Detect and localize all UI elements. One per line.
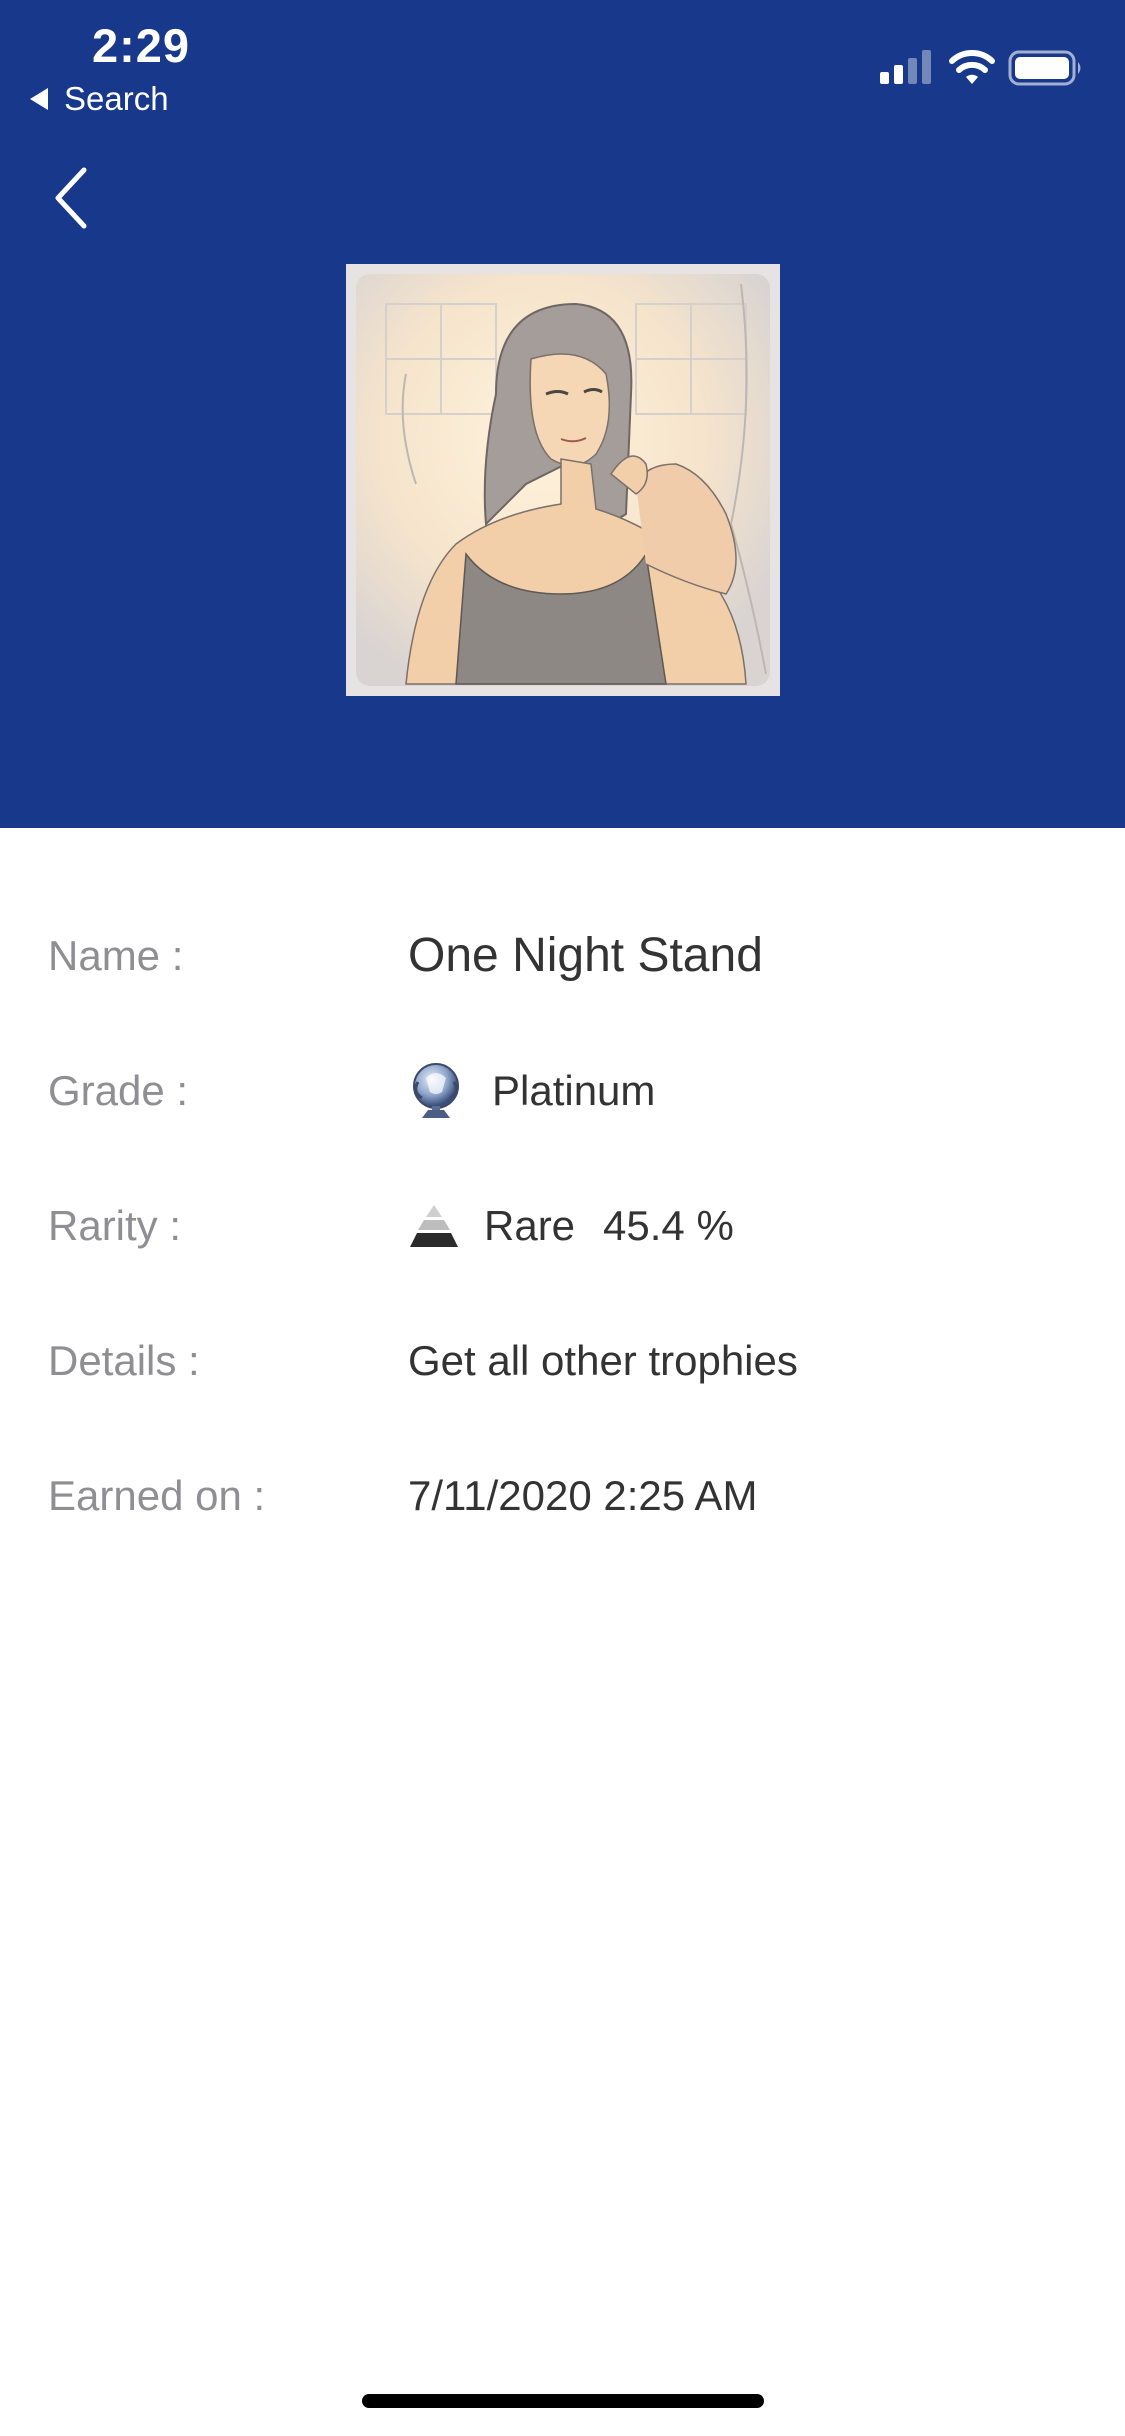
back-triangle-icon <box>30 88 48 110</box>
back-to-app-label: Search <box>64 80 169 117</box>
trophy-artwork-icon <box>346 264 780 696</box>
grade-text: Platinum <box>492 1067 656 1114</box>
battery-icon <box>1008 50 1081 86</box>
trophy-header: 2:29 Search <box>0 0 1125 828</box>
rarity-text: Rare <box>484 1202 576 1249</box>
earned-label: Earned on : <box>48 1472 266 1519</box>
details-row: Details : Get all other trophies <box>0 1321 1125 1401</box>
trophy-name: One Night Stand <box>408 929 763 982</box>
name-label: Name : <box>48 932 184 979</box>
cellular-signal-icon <box>880 50 931 84</box>
details-label: Details : <box>48 1337 200 1384</box>
trophy-image <box>346 264 780 696</box>
rarity-label: Rarity : <box>48 1202 182 1249</box>
name-row: Name : One Night Stand <box>0 916 1125 996</box>
status-bar-time: 2:29 <box>92 19 191 72</box>
chevron-left-icon[interactable] <box>46 160 102 236</box>
grade-row: Grade : Platinum <box>0 1051 1125 1131</box>
rarity-pyramid-icon <box>410 1205 458 1247</box>
grade-label: Grade : <box>48 1067 189 1114</box>
rarity-row: Rarity : Rare 45.4 % <box>0 1186 1125 1266</box>
back-to-app-link[interactable]: Search <box>30 80 169 118</box>
rarity-value: Rare 45.4 % <box>408 1186 734 1266</box>
platinum-trophy-icon <box>413 1063 459 1118</box>
earned-row: Earned on : 7/11/2020 2:25 AM <box>0 1456 1125 1536</box>
rarity-percent: 45.4 % <box>603 1202 734 1249</box>
grade-value: Platinum <box>408 1051 655 1131</box>
wifi-icon <box>949 50 995 84</box>
details-value: Get all other trophies <box>408 1337 798 1384</box>
home-indicator[interactable] <box>362 2394 764 2408</box>
earned-date: 7/11/2020 2:25 AM <box>408 1472 758 1519</box>
